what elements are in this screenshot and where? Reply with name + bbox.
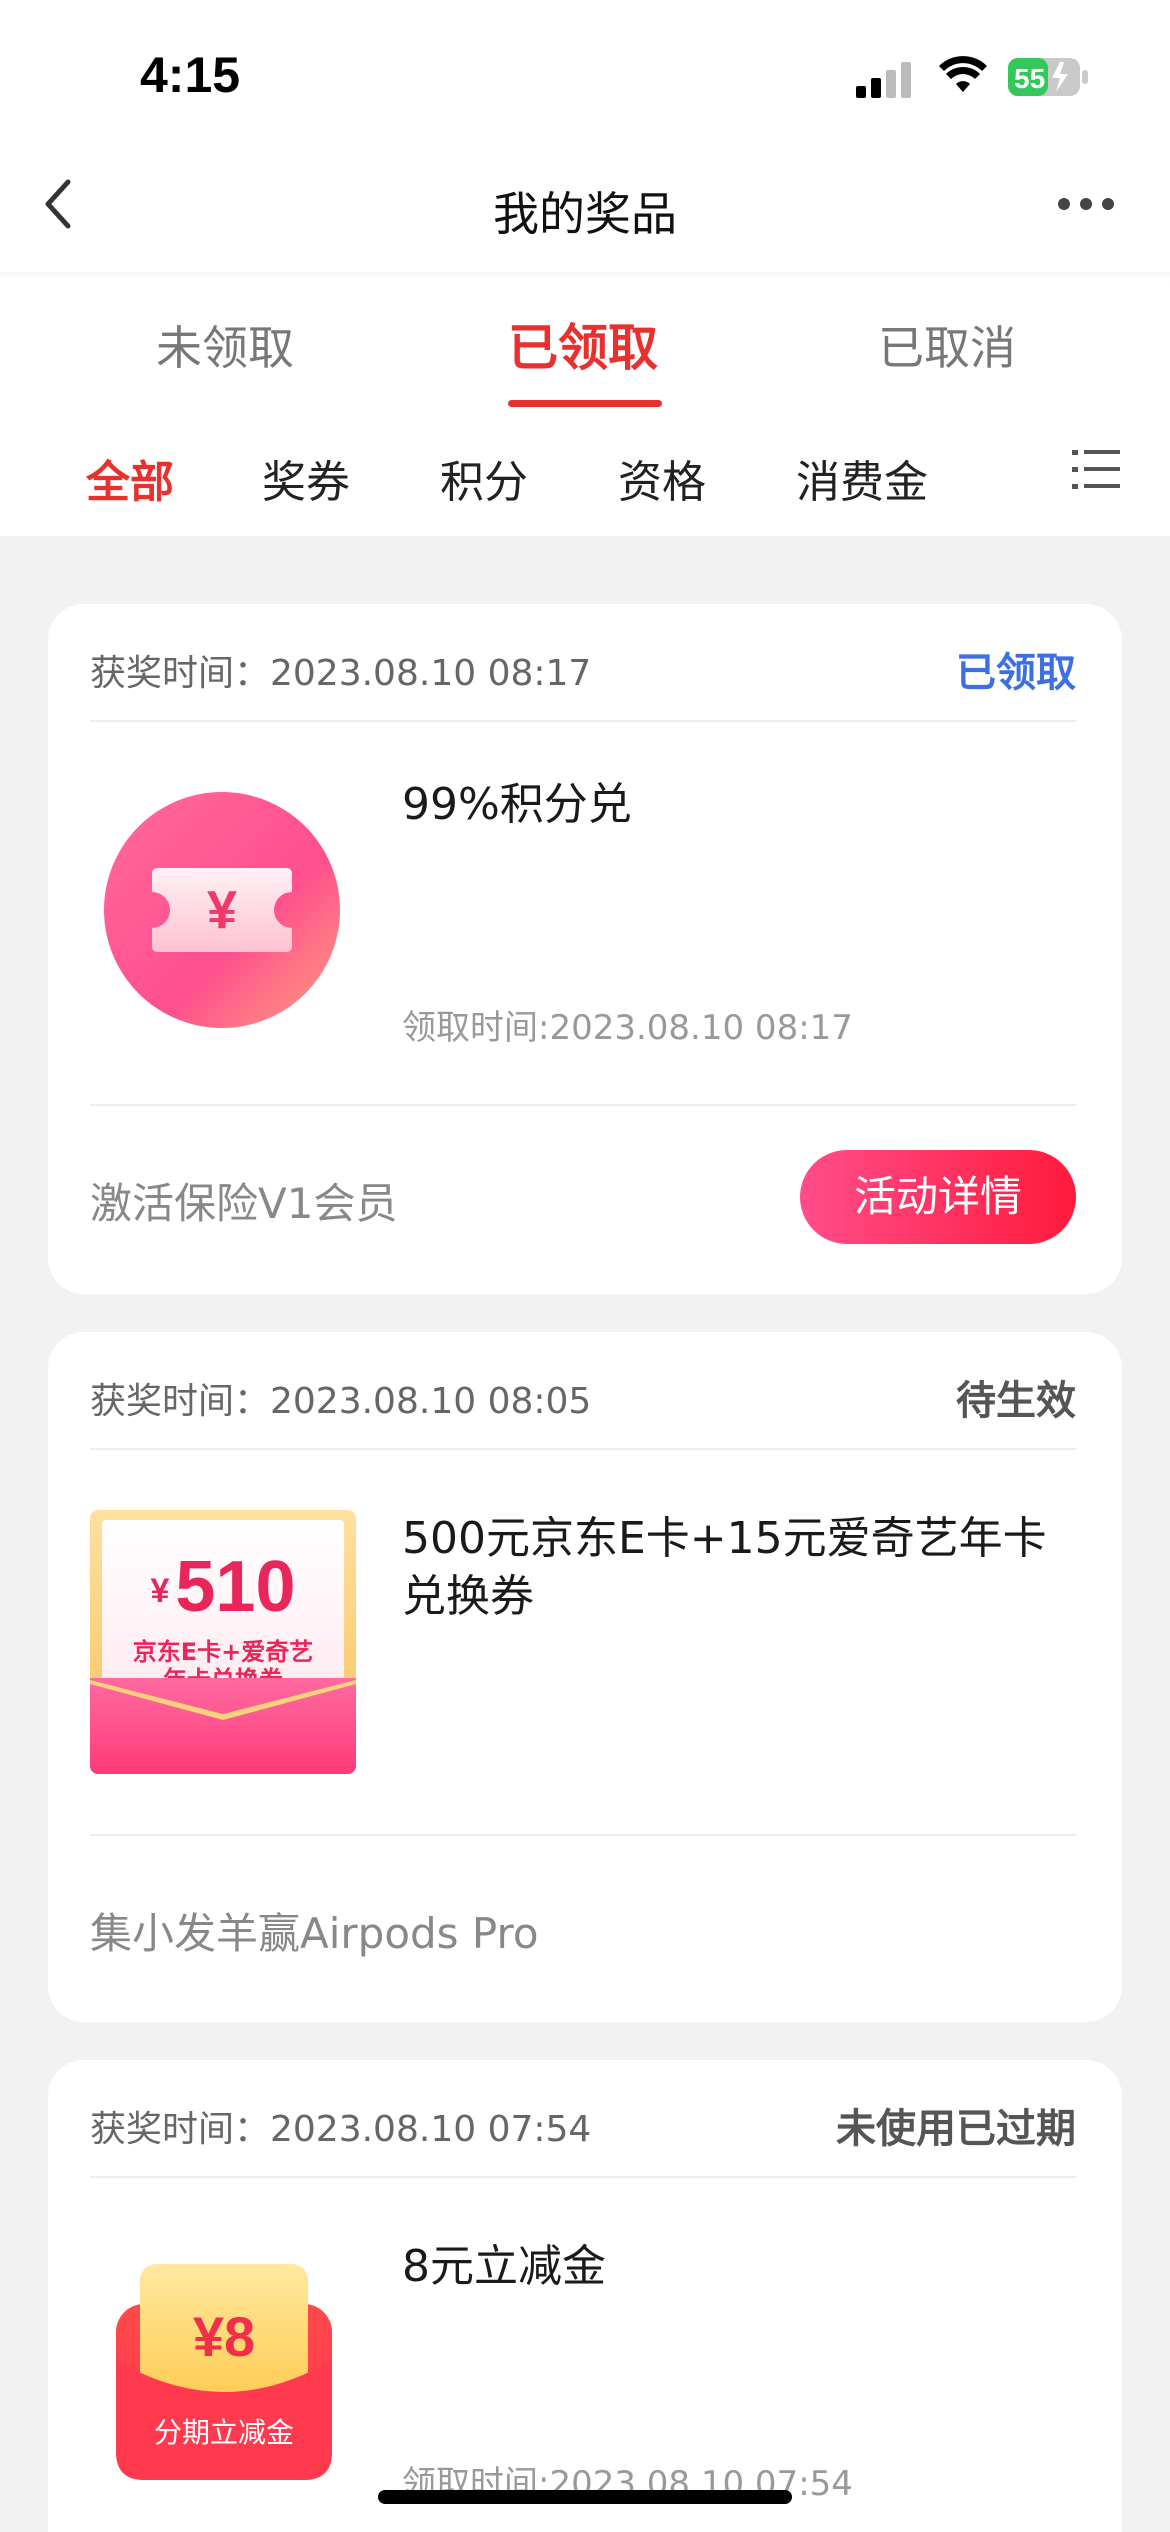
voucher-flap [90,1680,356,1720]
prize-card[interactable]: 获奖时间：2023.08.10 08:05 待生效 ¥510 京东E卡+爱奇艺年… [48,1332,1122,2022]
list-menu-icon[interactable] [1072,448,1122,492]
category-tabs: 全部 奖券 积分 资格 消费金 [0,412,1170,536]
card-header: 获奖时间：2023.08.10 08:17 已领取 [90,644,1076,696]
activity-details-button[interactable]: 活动详情 [800,1150,1076,1244]
tab-claimed[interactable]: 已领取 [508,308,658,380]
activity-name: 集小发羊赢Airpods Pro [90,1909,539,1958]
divider [90,1834,1076,1836]
red-packet-label: 分期立减金 [154,2416,294,2449]
battery-icon: 55 [1008,58,1088,96]
ticket-symbol: ¥ [207,880,237,940]
battery-level: 55 [1014,63,1045,94]
status-badge: 已领取 [956,650,1076,696]
receive-time: 领取时间:2023.08.10 08:17 [402,1008,853,1048]
divider [90,1448,1076,1450]
status-badge: 待生效 [956,1378,1076,1424]
category-tab-coupons[interactable]: 奖券 [262,446,350,510]
divider [90,2176,1076,2178]
tabs-fade [1010,412,1070,536]
main-tabs: 未领取 已领取 已取消 [0,272,1170,412]
voucher-image: ¥510 京东E卡+爱奇艺年卡兑换券 [90,1510,356,1774]
status-badge: 未使用已过期 [836,2106,1076,2152]
nav-bar: 我的奖品 [0,150,1170,272]
category-tab-all[interactable]: 全部 [86,446,174,510]
prize-card[interactable]: 获奖时间：2023.08.10 07:54 未使用已过期 ¥8 分期立减金 8元… [48,2060,1122,2532]
award-time: 获奖时间：2023.08.10 07:54 [90,2109,592,2150]
cellular-signal-icon [856,62,911,98]
prize-card[interactable]: 获奖时间：2023.08.10 08:17 已领取 ¥ 99%积分兑 领取时间:… [48,604,1122,1294]
award-time: 获奖时间：2023.08.10 08:05 [90,1381,592,1422]
category-tab-qualifications[interactable]: 资格 [618,446,706,510]
card-header: 获奖时间：2023.08.10 07:54 未使用已过期 [90,2100,1076,2152]
voucher-amount: ¥510 [150,1547,296,1627]
status-bar: 4:15 55 [0,0,1170,150]
prize-name: 500元京东E卡+15元爱奇艺年卡兑换券 [402,1513,1047,1622]
wifi-icon [939,56,987,92]
tab-unclaimed[interactable]: 未领取 [156,312,294,378]
red-packet-icon: ¥8 分期立减金 [116,2264,332,2480]
status-time: 4:15 [140,47,241,103]
prize-name: 8元立减金 [402,2241,606,2292]
category-tab-spending-credit[interactable]: 消费金 [796,446,928,510]
activity-name: 激活保险V1会员 [90,1179,398,1228]
card-header: 获奖时间：2023.08.10 08:05 待生效 [90,1372,1076,1424]
tab-cancelled[interactable]: 已取消 [878,312,1016,378]
active-tab-indicator [508,400,662,407]
category-tab-points[interactable]: 积分 [440,446,528,510]
red-packet-amount: ¥8 [193,2305,255,2368]
divider [90,1104,1076,1106]
more-options-icon[interactable] [1056,196,1116,212]
divider [90,720,1076,722]
coupon-ticket-icon: ¥ [104,792,340,1028]
home-indicator [378,2490,792,2504]
page-title: 我的奖品 [493,187,677,241]
award-time: 获奖时间：2023.08.10 08:17 [90,653,592,694]
prize-name: 99%积分兑 [402,779,632,830]
